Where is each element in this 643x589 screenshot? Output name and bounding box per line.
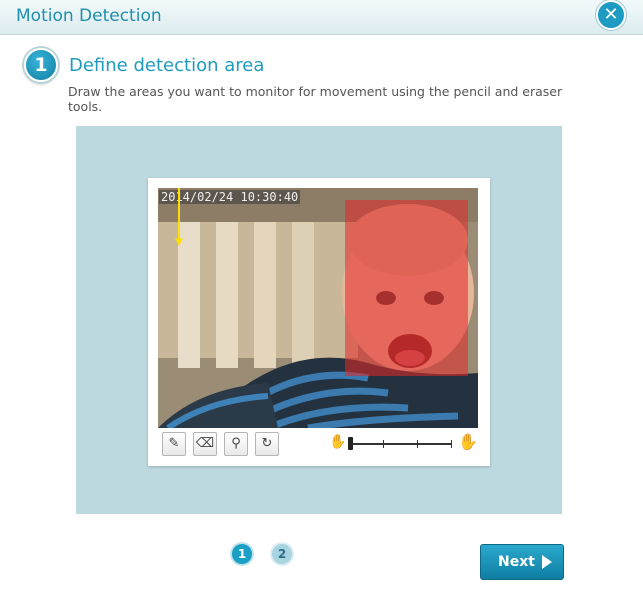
broom-icon[interactable]: ⚲ — [224, 432, 248, 456]
next-button-label: Next — [498, 554, 535, 570]
drawing-toolbar: ✎ ⌫ ⚲ ↻ ✋ ✋ — [158, 428, 478, 458]
sensitivity-slider-track[interactable] — [350, 440, 452, 448]
motion-detection-dialog: Motion Detection ✕ 1 Define detection ar… — [0, 0, 643, 589]
step-description: Draw the areas you want to monitor for m… — [68, 84, 563, 114]
eraser-icon[interactable]: ⌫ — [193, 432, 217, 456]
page-indicator-1[interactable]: 1 — [232, 544, 252, 564]
step-number-badge: 1 — [24, 48, 58, 82]
title-bar: Motion Detection ✕ — [0, 0, 643, 35]
slider-tick — [417, 440, 418, 448]
large-hand-icon: ✋ — [458, 432, 478, 451]
detection-area-overlay[interactable] — [345, 200, 468, 376]
close-icon[interactable]: ✕ — [596, 0, 626, 30]
slider-tick — [383, 440, 384, 448]
refresh-icon[interactable]: ↻ — [255, 432, 279, 456]
next-button[interactable]: Next — [480, 544, 564, 580]
sensitivity-slider-thumb[interactable] — [348, 437, 353, 450]
page-indicator-2[interactable]: 2 — [272, 544, 292, 564]
yellow-arrow-annotation — [175, 188, 183, 247]
preview-panel: 2014/02/24 10:30:40 ✎ ⌫ ⚲ ↻ ✋ ✋ — [76, 126, 562, 514]
slider-tick — [451, 440, 452, 448]
small-hand-icon: ✋ — [329, 434, 347, 450]
pencil-icon[interactable]: ✎ — [162, 432, 186, 456]
camera-snapshot[interactable]: 2014/02/24 10:30:40 — [158, 188, 478, 428]
camera-frame: 2014/02/24 10:30:40 ✎ ⌫ ⚲ ↻ ✋ ✋ — [148, 178, 490, 466]
step-title: Define detection area — [69, 55, 265, 76]
dialog-title: Motion Detection — [16, 6, 162, 26]
play-arrow-icon — [542, 555, 552, 569]
